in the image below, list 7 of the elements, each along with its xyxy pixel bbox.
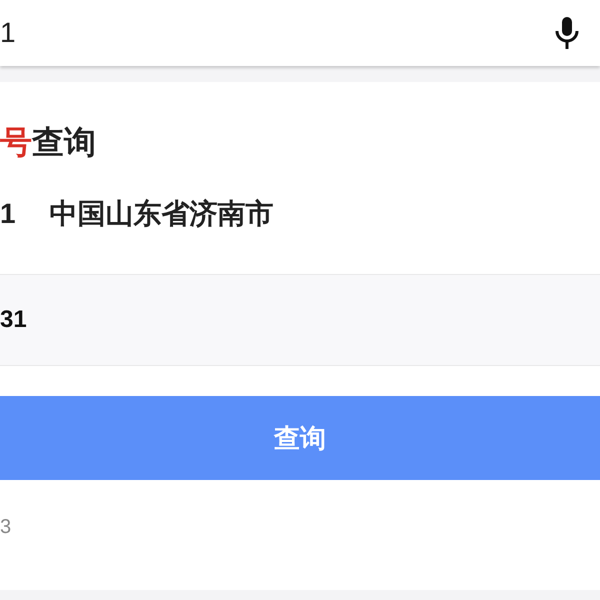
footer-text: 3 [0,515,12,540]
result-number: 1 [0,197,16,231]
card-title: 号查询 [0,123,97,162]
search-field[interactable]: 1 [0,12,16,54]
microphone-icon[interactable] [554,16,580,50]
result-location: 中国山东省济南市 [50,197,274,231]
input-field[interactable]: 31 [0,274,600,366]
